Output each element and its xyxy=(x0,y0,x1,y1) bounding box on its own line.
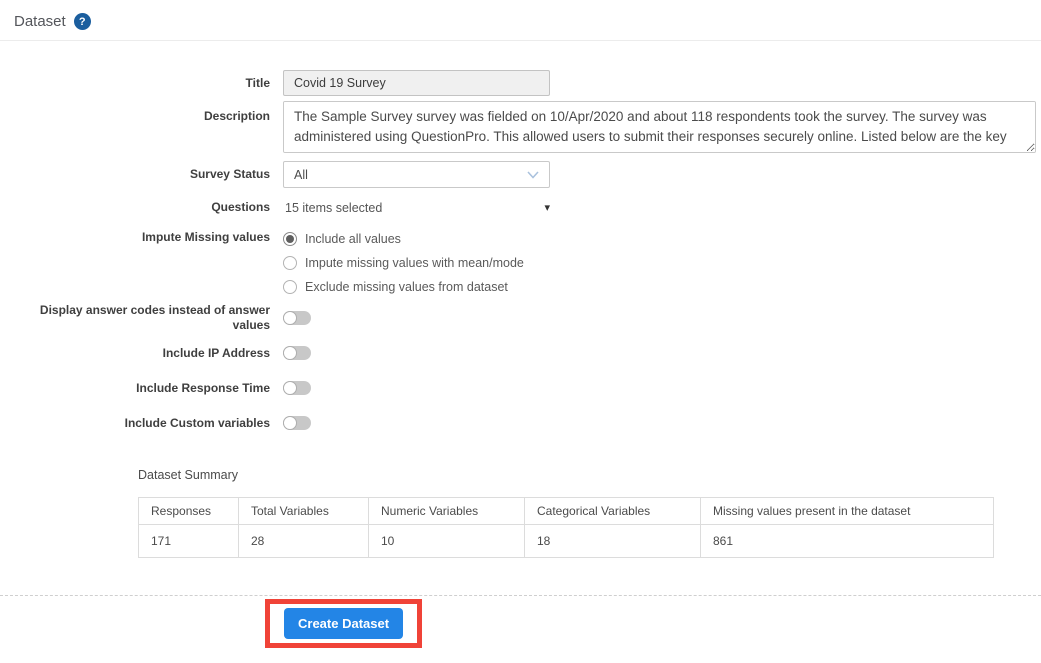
impute-missing-values-row: Impute Missing values Include all values… xyxy=(0,227,1041,299)
help-icon[interactable]: ? xyxy=(73,13,91,30)
include-custom-variables-row: Include Custom variables xyxy=(0,416,1041,430)
include-ip-address-row: Include IP Address xyxy=(0,346,1041,360)
description-label: Description xyxy=(203,109,270,123)
survey-status-select[interactable]: All xyxy=(283,161,550,188)
summary-value-responses: 171 xyxy=(138,524,239,558)
summary-col-categorical-variables: Categorical Variables xyxy=(524,497,701,525)
include-response-time-label: Include Response Time xyxy=(136,380,270,395)
summary-col-missing-values: Missing values present in the dataset xyxy=(700,497,994,525)
summary-col-numeric-variables: Numeric Variables xyxy=(368,497,525,525)
summary-value-row: 171 28 10 18 861 xyxy=(138,524,994,558)
questions-multiselect[interactable]: 15 items selected ▾ xyxy=(283,201,550,215)
radio-icon xyxy=(283,232,297,246)
summary-value-missing-values: 861 xyxy=(700,524,994,558)
description-row: Description The Sample Survey survey was… xyxy=(0,101,1041,153)
page-title: Dataset xyxy=(14,13,66,30)
display-answer-codes-label: Display answer codes instead of answer v… xyxy=(39,303,270,332)
red-highlight-annotation: Create Dataset xyxy=(265,599,423,648)
include-ip-address-toggle[interactable] xyxy=(283,346,311,360)
caret-down-icon: ▾ xyxy=(544,202,550,214)
include-custom-variables-label: Include Custom variables xyxy=(124,415,270,430)
include-custom-variables-toggle[interactable] xyxy=(283,416,311,430)
chevron-down-icon xyxy=(527,170,539,179)
display-answer-codes-toggle[interactable] xyxy=(283,311,311,325)
toggle-knob xyxy=(283,311,297,325)
questions-selected-count: 15 items selected xyxy=(285,200,383,215)
dataset-page: Dataset ? Title Description The Sample S… xyxy=(0,0,1041,663)
title-row: Title xyxy=(0,70,1041,96)
title-label: Title xyxy=(245,75,270,90)
radio-icon xyxy=(283,280,297,294)
description-textarea[interactable]: The Sample Survey survey was fielded on … xyxy=(283,101,1036,153)
radio-label: Impute missing values with mean/mode xyxy=(305,256,524,270)
survey-status-label: Survey Status xyxy=(189,167,270,181)
questions-row: Questions 15 items selected ▾ xyxy=(0,200,1041,215)
summary-value-total-variables: 28 xyxy=(238,524,369,558)
radio-label: Exclude missing values from dataset xyxy=(305,280,508,294)
survey-status-value: All xyxy=(294,167,308,182)
summary-header-row: Responses Total Variables Numeric Variab… xyxy=(138,497,994,525)
title-input[interactable] xyxy=(283,70,550,96)
summary-value-categorical-variables: 18 xyxy=(524,524,701,558)
dataset-summary-section: Dataset Summary Responses Total Variable… xyxy=(138,468,1041,558)
page-header: Dataset ? xyxy=(0,0,1041,41)
summary-col-total-variables: Total Variables xyxy=(238,497,369,525)
impute-label: Impute Missing values xyxy=(141,230,270,244)
radio-label: Include all values xyxy=(305,232,401,246)
dataset-form: Title Description The Sample Survey surv… xyxy=(0,41,1041,430)
impute-radio-group: Include all values Impute missing values… xyxy=(283,227,524,299)
include-response-time-row: Include Response Time xyxy=(0,381,1041,395)
include-response-time-toggle[interactable] xyxy=(283,381,311,395)
dataset-summary-title: Dataset Summary xyxy=(138,468,239,482)
radio-icon xyxy=(283,256,297,270)
survey-status-row: Survey Status All xyxy=(0,161,1041,188)
create-dataset-button[interactable]: Create Dataset xyxy=(284,608,404,639)
display-answer-codes-row: Display answer codes instead of answer v… xyxy=(0,303,1041,332)
radio-include-all-values[interactable]: Include all values xyxy=(283,227,524,251)
toggle-knob xyxy=(283,381,297,395)
summary-col-responses: Responses xyxy=(138,497,239,525)
dataset-summary-table: Responses Total Variables Numeric Variab… xyxy=(138,497,994,558)
include-ip-address-label: Include IP Address xyxy=(162,345,270,360)
toggle-knob xyxy=(283,416,297,430)
questions-label: Questions xyxy=(211,200,270,214)
footer-divider xyxy=(0,595,1041,596)
radio-exclude-missing[interactable]: Exclude missing values from dataset xyxy=(283,275,524,299)
radio-impute-mean-mode[interactable]: Impute missing values with mean/mode xyxy=(283,251,524,275)
summary-value-numeric-variables: 10 xyxy=(368,524,525,558)
toggle-knob xyxy=(283,346,297,360)
